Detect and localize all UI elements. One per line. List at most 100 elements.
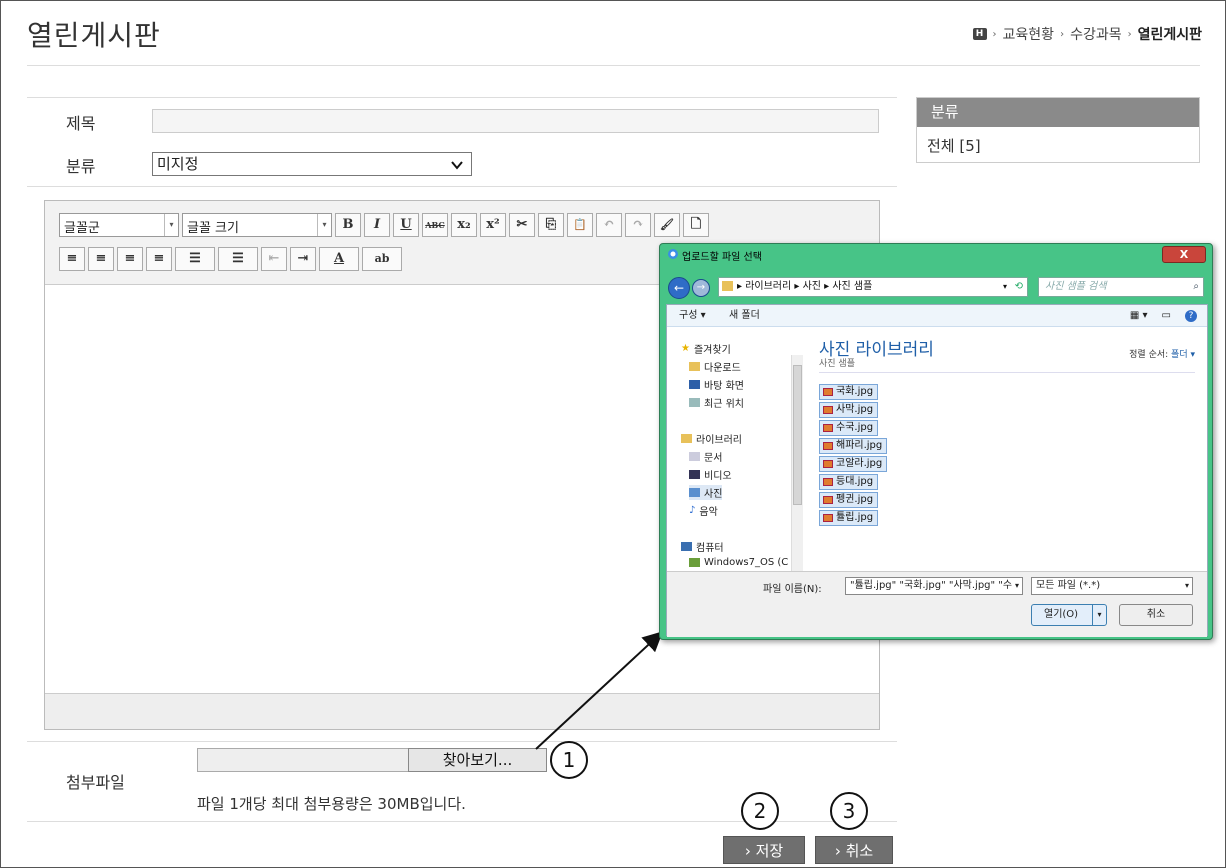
library-subtitle: 사진 샘플 [819, 359, 855, 369]
file-item[interactable]: 국화.jpg [819, 384, 879, 400]
align-right-icon[interactable]: ≡ [117, 247, 143, 271]
font-family-select[interactable]: 글꼴군 ▾ [59, 213, 179, 237]
navigation-pane: ★ 즐겨찾기 다운로드 바탕 화면 최근 위치 라이브러리 문서 비디오 사진 ♪… [667, 327, 803, 589]
nav-videos[interactable]: 비디오 [689, 467, 732, 482]
file-item[interactable]: 해파리.jpg [819, 438, 888, 454]
nav-computer[interactable]: 컴퓨터 [681, 539, 724, 554]
browse-button[interactable]: 찾아보기... [408, 748, 547, 772]
superscript-button[interactable]: x² [480, 213, 506, 237]
dialog-cancel-button[interactable]: 취소 [1119, 604, 1193, 626]
back-arrow-icon[interactable]: ← [668, 277, 690, 299]
nav-documents[interactable]: 문서 [689, 449, 722, 464]
new-folder-button[interactable]: 새 폴더 [729, 305, 760, 327]
sort-value[interactable]: 폴더 ▾ [1171, 350, 1195, 360]
pictures-icon [689, 488, 700, 497]
scrollbar-thumb[interactable] [793, 365, 802, 505]
nav-scrollbar[interactable] [791, 355, 803, 589]
save-button[interactable]: › 저장 [723, 836, 805, 864]
nav-favorites[interactable]: ★ 즐겨찾기 [681, 341, 731, 356]
address-path: ▸ 라이브러리 ▸ 사진 ▸ 사진 샘플 [737, 281, 873, 292]
callout-3: 3 [830, 792, 868, 830]
nav-downloads[interactable]: 다운로드 [689, 359, 741, 374]
dropdown-icon[interactable]: ▾ [1092, 605, 1106, 625]
subscript-button[interactable]: x₂ [451, 213, 477, 237]
indent-icon[interactable]: ⇥ [290, 247, 316, 271]
underline-button[interactable]: U [393, 213, 419, 237]
recent-places-icon [689, 398, 700, 407]
desktop-icon [689, 380, 700, 389]
highlight-color-icon[interactable]: ab [362, 247, 402, 271]
clear-format-icon[interactable]: 🖌 [654, 213, 680, 237]
nav-recent-label: 최근 위치 [704, 399, 744, 410]
address-bar[interactable]: ▸ 라이브러리 ▸ 사진 ▸ 사진 샘플 ▾ ⟲ [718, 277, 1028, 297]
align-justify-icon[interactable]: ≡ [146, 247, 172, 271]
redo-icon[interactable]: ↷ [625, 213, 651, 237]
forward-arrow-icon[interactable]: → [692, 279, 710, 297]
subject-input[interactable] [152, 109, 879, 133]
file-item[interactable]: 수국.jpg [819, 420, 879, 436]
nav-music[interactable]: ♪ 음악 [689, 503, 718, 518]
sort-by[interactable]: 정렬 순서: 폴더 ▾ [1129, 347, 1195, 360]
filename-value: "튤립.jpg" "국화.jpg" "사막.jpg" "수 [850, 580, 1013, 591]
folder-icon [722, 281, 733, 291]
cut-icon[interactable]: ✂ [509, 213, 535, 237]
new-document-icon[interactable]: 🗋 [683, 213, 709, 237]
nav-desktop[interactable]: 바탕 화면 [689, 377, 744, 392]
nav-libraries[interactable]: 라이브러리 [681, 431, 742, 446]
font-color-icon[interactable]: A [319, 247, 359, 271]
sort-label: 정렬 순서: [1129, 350, 1169, 360]
bold-button[interactable]: B [335, 213, 361, 237]
file-item[interactable]: 사막.jpg [819, 402, 879, 418]
form-divider [27, 186, 897, 187]
filename-input[interactable]: "튤립.jpg" "국화.jpg" "사막.jpg" "수 ▾ [845, 577, 1023, 595]
strikethrough-button[interactable]: ABC [422, 213, 448, 237]
font-size-select[interactable]: 글꼴 크기 ▾ [182, 213, 332, 237]
chevron-right-icon: › [992, 28, 997, 40]
filetype-select[interactable]: 모든 파일 (*.*) ▾ [1031, 577, 1193, 595]
paste-icon[interactable]: 📋 [567, 213, 593, 237]
breadcrumb-item-0[interactable]: 교육현황 [1003, 24, 1055, 44]
category-select[interactable]: 미지정 [152, 152, 472, 176]
home-icon[interactable]: H [972, 28, 987, 40]
unordered-list-icon[interactable]: ☰ [218, 247, 258, 271]
organize-menu[interactable]: 구성 ▾ [679, 305, 706, 327]
category-panel-heading: 분류 [917, 98, 1199, 127]
dropdown-icon[interactable]: ▾ [1014, 578, 1019, 594]
breadcrumb-item-current: 열린게시판 [1137, 27, 1202, 43]
file-item[interactable]: 등대.jpg [819, 474, 879, 490]
file-item[interactable]: 튤립.jpg [819, 510, 879, 526]
ordered-list-icon[interactable]: ☰ [175, 247, 215, 271]
outdent-icon[interactable]: ⇤ [261, 247, 287, 271]
file-item[interactable]: 펭귄.jpg [819, 492, 879, 508]
breadcrumb-item-1[interactable]: 수강과목 [1070, 24, 1122, 44]
dropdown-icon[interactable]: ▾ [1003, 278, 1007, 296]
nav-pictures[interactable]: 사진 [689, 485, 723, 500]
nav-drive-c[interactable]: Windows7_OS (C [689, 557, 788, 568]
align-center-icon[interactable]: ≡ [88, 247, 114, 271]
refresh-icon[interactable]: ⟲ [1015, 278, 1023, 296]
open-button[interactable]: 열기(O) ▾ [1031, 604, 1107, 626]
help-icon[interactable]: ? [1185, 310, 1197, 322]
documents-icon [689, 452, 700, 461]
category-item-all[interactable]: 전체 [5] [917, 127, 1199, 156]
nav-recent[interactable]: 최근 위치 [689, 395, 744, 410]
file-item[interactable]: 코알라.jpg [819, 456, 888, 472]
callout-1: 1 [550, 741, 588, 779]
dropdown-icon: ▾ [164, 214, 178, 236]
nav-drive-label: Windows7_OS (C [704, 557, 789, 568]
dialog-close-button[interactable]: X [1162, 246, 1206, 263]
italic-button[interactable]: I [364, 213, 390, 237]
attachment-label: 첨부파일 [66, 773, 125, 792]
dialog-search-input[interactable]: 사진 샘플 검색 ⌕ [1038, 277, 1204, 297]
copy-icon[interactable]: ⎘ [538, 213, 564, 237]
cancel-button[interactable]: › 취소 [815, 836, 893, 864]
preview-pane-icon[interactable]: ▭ [1162, 305, 1171, 327]
align-left-icon[interactable]: ≡ [59, 247, 85, 271]
view-options-icon[interactable]: ▦ ▾ [1130, 305, 1148, 327]
dialog-title: 업로드할 파일 선택 [682, 252, 762, 263]
filetype-value: 모든 파일 (*.*) [1036, 580, 1101, 591]
form-divider [27, 97, 897, 98]
nav-videos-label: 비디오 [704, 471, 732, 482]
undo-icon[interactable]: ↶ [596, 213, 622, 237]
callout-2: 2 [741, 792, 779, 830]
